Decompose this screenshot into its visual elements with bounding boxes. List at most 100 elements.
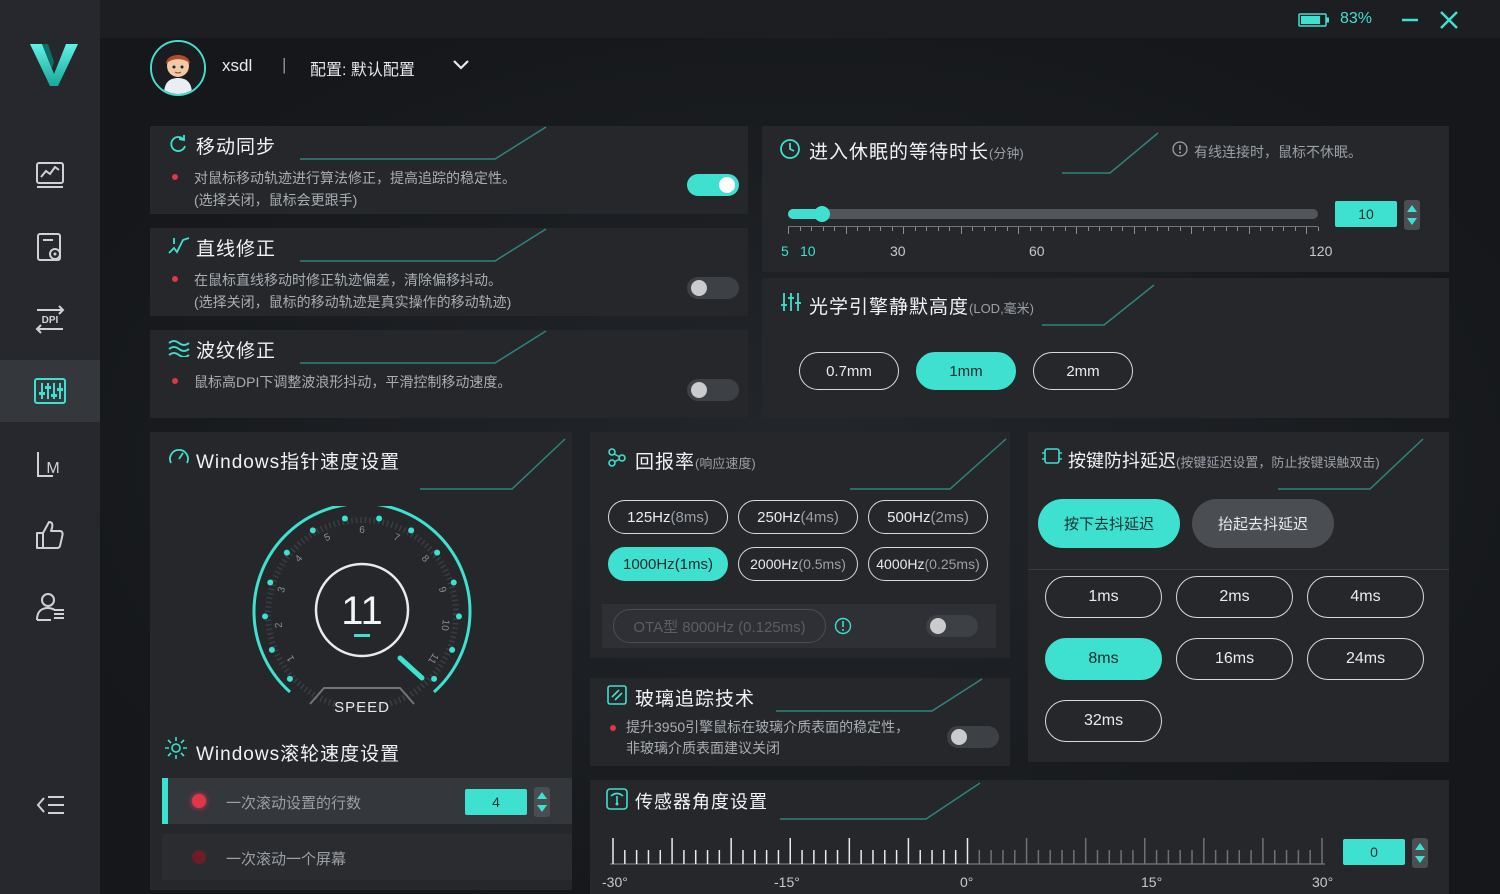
sleep-tick-label: 5 — [781, 243, 789, 259]
glass-tracking-note: 非玻璃介质表面建议关闭 — [626, 740, 780, 756]
chevron-down-icon[interactable] — [452, 58, 470, 72]
sleep-ruler-tick — [937, 227, 939, 231]
sleep-ruler-tick — [1064, 227, 1066, 231]
ripple-correction-desc: 鼠标高DPI下调整波浪形抖动，平滑控制移动速度。 — [194, 374, 512, 390]
pointer-speed-value: 11 — [341, 589, 383, 633]
profile-name[interactable]: 配置: 默认配置 — [310, 56, 415, 80]
debounce-option-16ms[interactable]: 16ms — [1176, 638, 1293, 680]
pointer-speed-dial[interactable]: 1 2 3 4 5 6 7 8 9 10 11 11 SPEED — [250, 506, 474, 722]
ripple-correction-panel: 波纹修正 鼠标高DPI下调整波浪形抖动，平滑控制移动速度。 — [150, 330, 748, 418]
sleep-value-input[interactable]: 10 — [1335, 201, 1397, 227]
dial-number: 5 — [323, 532, 333, 544]
sleep-ruler-tick — [1214, 227, 1216, 231]
debounce-option-8ms[interactable]: 8ms — [1045, 638, 1162, 680]
dial-number: 4 — [293, 553, 305, 565]
debounce-option-4ms[interactable]: 4ms — [1307, 576, 1424, 618]
sensor-angle-ruler[interactable] — [610, 836, 1330, 866]
line-correction-toggle[interactable] — [687, 277, 739, 299]
polling-option-500hz[interactable]: 500Hz (2ms) — [868, 500, 988, 534]
scroll-screen-radio[interactable] — [192, 850, 206, 864]
performance-chart-icon — [36, 162, 64, 188]
polling-option-2000hz[interactable]: 2000Hz (0.5ms) — [738, 547, 858, 581]
glass-icon — [607, 685, 627, 705]
tab-release-debounce[interactable]: 抬起去抖延迟 — [1192, 499, 1334, 548]
debounce-option-1ms[interactable]: 1ms — [1045, 576, 1162, 618]
sidebar-item-macro-settings[interactable] — [0, 216, 100, 278]
user-settings-icon — [36, 593, 64, 621]
title-decoration — [300, 126, 547, 160]
scroll-lines-radio[interactable] — [192, 794, 206, 808]
dial-marker-dot — [450, 579, 457, 586]
sidebar-item-performance[interactable] — [0, 144, 100, 206]
dial-number: 2 — [273, 621, 285, 628]
sensor-angle-stepper[interactable] — [1412, 838, 1428, 868]
close-icon[interactable] — [1438, 9, 1460, 31]
debounce-option-2ms[interactable]: 2ms — [1176, 576, 1293, 618]
scroll-lines-input[interactable]: 4 — [465, 789, 527, 815]
sidebar-item-user-settings[interactable] — [0, 576, 100, 638]
ota-toggle[interactable] — [926, 615, 978, 637]
title-decoration — [1062, 132, 1159, 174]
avatar[interactable] — [150, 40, 206, 96]
tab-press-debounce[interactable]: 按下去抖延迟 — [1038, 499, 1180, 548]
lod-option-1mm[interactable]: 1mm — [916, 352, 1016, 390]
sensor-angle-input[interactable]: 0 — [1343, 839, 1405, 865]
sidebar-item-dpi[interactable]: DPI — [0, 288, 100, 350]
ota-info-icon[interactable] — [834, 617, 852, 635]
angle-tick-label: 15° — [1141, 874, 1163, 890]
scroll-screen-option[interactable]: 一次滚动一个屏幕 — [162, 834, 572, 880]
sleep-ruler-tick — [1294, 227, 1296, 231]
title-decoration — [300, 330, 547, 364]
debounce-option-24ms[interactable]: 24ms — [1307, 638, 1424, 680]
ota-option[interactable]: OTA型 8000Hz (0.125ms) — [613, 609, 826, 643]
sidebar-item-equalizer[interactable] — [0, 360, 100, 422]
sleep-note: 有线连接时，鼠标不休眠。 — [1194, 144, 1362, 160]
title-decoration — [300, 228, 547, 262]
stepper-arrows-icon[interactable] — [534, 787, 550, 817]
dial-number: 9 — [436, 586, 448, 595]
sleep-slider-handle[interactable] — [813, 206, 830, 222]
sleep-ruler-tick — [1225, 227, 1227, 231]
username: xsdl — [222, 56, 253, 75]
motion-sync-toggle[interactable] — [687, 174, 739, 196]
dial-number: 10 — [439, 619, 451, 632]
equalizer-icon — [34, 378, 66, 404]
sidebar-item-macro-m[interactable]: M — [0, 432, 100, 494]
sleep-ruler-tick — [972, 227, 974, 231]
scroll-speed-title: Windows滚轮速度设置 — [196, 744, 401, 765]
polling-option-250hz[interactable]: 250Hz (4ms) — [738, 500, 858, 534]
speedometer-icon — [169, 449, 189, 464]
polling-option-1000hz[interactable]: 1000Hz (1ms) — [608, 547, 728, 581]
ripple-correction-toggle[interactable] — [687, 379, 739, 401]
collapse-menu-icon[interactable] — [36, 790, 66, 820]
debounce-panel: 按键防抖延迟(按键延迟设置，防止按键误触双击) 按下去抖延迟 抬起去抖延迟 1m… — [1028, 432, 1449, 762]
sidebar-item-thumbs-up[interactable] — [0, 504, 100, 566]
lod-option-2mm[interactable]: 2mm — [1033, 352, 1133, 390]
sleep-stepper[interactable] — [1404, 200, 1420, 230]
glass-tracking-toggle[interactable] — [947, 726, 999, 748]
sleep-slider-track[interactable] — [788, 209, 1318, 219]
sleep-ruler-tick — [868, 227, 870, 231]
sleep-ruler-tick — [1041, 227, 1043, 231]
sleep-ruler-tick — [1318, 227, 1319, 231]
sleep-tick-label: 30 — [890, 243, 906, 259]
dial-marker-dot — [408, 527, 415, 534]
scroll-lines-option[interactable]: 一次滚动设置的行数 4 — [162, 778, 572, 824]
polling-option-125hz[interactable]: 125Hz (8ms) — [608, 500, 728, 534]
scroll-wheel-icon — [165, 737, 187, 759]
header-separator: | — [282, 55, 287, 74]
glass-tracking-desc: 提升3950引擎鼠标在玻璃介质表面的稳定性， — [626, 719, 910, 735]
polling-option-4000hz[interactable]: 4000Hz (0.25ms) — [868, 547, 988, 581]
sleep-ruler-tick — [1168, 227, 1170, 231]
minimize-icon[interactable] — [1400, 10, 1420, 30]
debounce-option-32ms[interactable]: 32ms — [1045, 700, 1162, 742]
sleep-ruler-tick — [1260, 227, 1262, 231]
lod-option-0.7mm[interactable]: 0.7mm — [799, 352, 899, 390]
stepper-arrows-icon[interactable] — [1404, 200, 1420, 230]
sleep-ruler-tick — [1156, 227, 1158, 231]
dial-number: 11 — [425, 651, 440, 666]
scroll-lines-stepper[interactable] — [534, 787, 550, 817]
sensor-angle-panel: 传感器角度设置 -30° -15° 0° 15° 30° 0 — [590, 780, 1449, 894]
stepper-arrows-icon[interactable] — [1412, 838, 1428, 868]
sleep-ruler-tick — [799, 227, 801, 231]
